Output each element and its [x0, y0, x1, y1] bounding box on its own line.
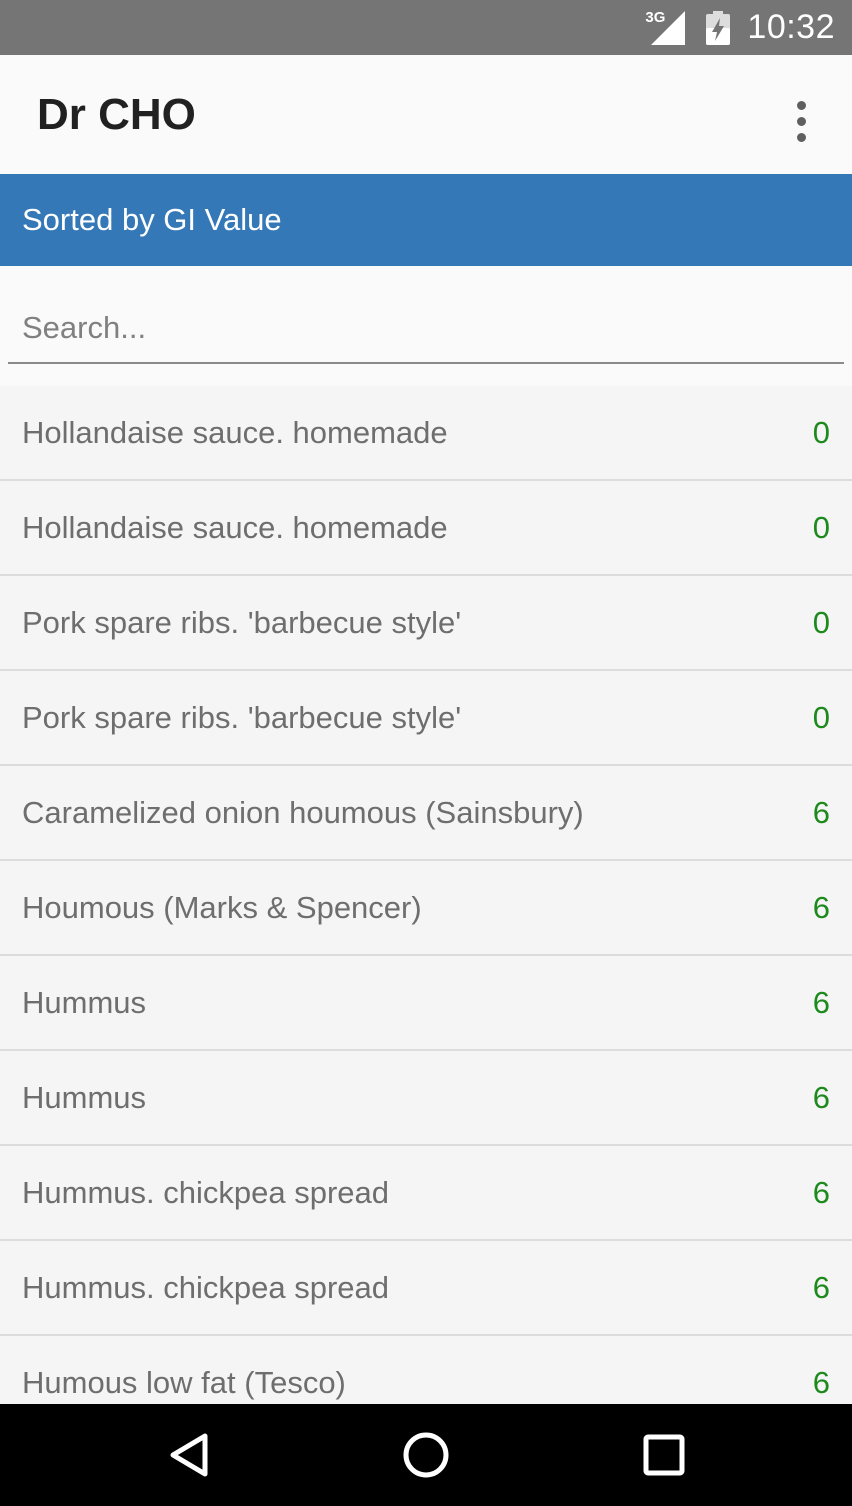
- status-time: 10:32: [747, 8, 835, 46]
- food-name: Hollandaise sauce. homemade: [22, 509, 448, 545]
- app-title: Dr CHO: [37, 90, 196, 139]
- list-item[interactable]: Hummus. chickpea spread 6: [0, 1241, 852, 1336]
- gi-value: 6: [812, 889, 830, 925]
- gi-value: 6: [812, 794, 830, 830]
- home-icon[interactable]: [396, 1430, 456, 1480]
- menu-dot: [796, 116, 806, 126]
- search-input[interactable]: [8, 294, 844, 364]
- gi-value: 0: [812, 699, 830, 735]
- food-name: Pork spare ribs. 'barbecue style': [22, 699, 462, 735]
- menu-dot: [796, 132, 806, 142]
- sort-label: Sorted by GI Value: [22, 202, 282, 237]
- gi-value: 0: [812, 414, 830, 450]
- gi-value: 6: [812, 1174, 830, 1210]
- gi-value: 0: [812, 604, 830, 640]
- list-item[interactable]: Houmous (Marks & Spencer) 6: [0, 861, 852, 956]
- gi-value: 6: [812, 1079, 830, 1115]
- sort-banner[interactable]: Sorted by GI Value: [0, 174, 852, 266]
- food-name: Caramelized onion houmous (Sainsbury): [22, 794, 584, 830]
- gi-value: 6: [812, 984, 830, 1020]
- list-item[interactable]: Hollandaise sauce. homemade 0: [0, 481, 852, 576]
- gi-value: 6: [812, 1364, 830, 1400]
- navigation-bar: [0, 1404, 852, 1506]
- food-name: Hummus: [22, 1079, 147, 1115]
- list-item[interactable]: Hummus. chickpea spread 6: [0, 1146, 852, 1241]
- recent-apps-icon[interactable]: [634, 1430, 694, 1480]
- signal-indicator: 3G: [645, 9, 687, 45]
- list-item[interactable]: Hollandaise sauce. homemade 0: [0, 386, 852, 481]
- app-bar: Dr CHO: [0, 55, 852, 174]
- list-item[interactable]: Hummus 6: [0, 1051, 852, 1146]
- menu-dot: [796, 100, 806, 110]
- status-bar: 3G 10:32: [0, 0, 852, 55]
- food-name: Hollandaise sauce. homemade: [22, 414, 448, 450]
- more-vert-icon[interactable]: [776, 91, 826, 151]
- list-item[interactable]: Pork spare ribs. 'barbecue style' 0: [0, 671, 852, 766]
- back-icon[interactable]: [159, 1430, 219, 1480]
- food-list[interactable]: Hollandaise sauce. homemade 0 Hollandaise …: [0, 386, 852, 1404]
- food-name: Hummus. chickpea spread: [22, 1269, 389, 1305]
- gi-value: 6: [812, 1269, 830, 1305]
- list-item[interactable]: Hummus 6: [0, 956, 852, 1051]
- food-name: Houmous (Marks & Spencer): [22, 889, 422, 925]
- food-name: Hummus: [22, 984, 147, 1020]
- gi-value: 0: [812, 509, 830, 545]
- signal-icon: [651, 10, 686, 45]
- list-item[interactable]: Caramelized onion houmous (Sainsbury) 6: [0, 766, 852, 861]
- list-item[interactable]: Humous low fat (Tesco) 6: [0, 1336, 852, 1404]
- battery-charging-icon: [706, 10, 731, 45]
- list-item[interactable]: Pork spare ribs. 'barbecue style' 0: [0, 576, 852, 671]
- food-name: Hummus. chickpea spread: [22, 1174, 389, 1210]
- food-name: Humous low fat (Tesco): [22, 1364, 346, 1400]
- food-name: Pork spare ribs. 'barbecue style': [22, 604, 462, 640]
